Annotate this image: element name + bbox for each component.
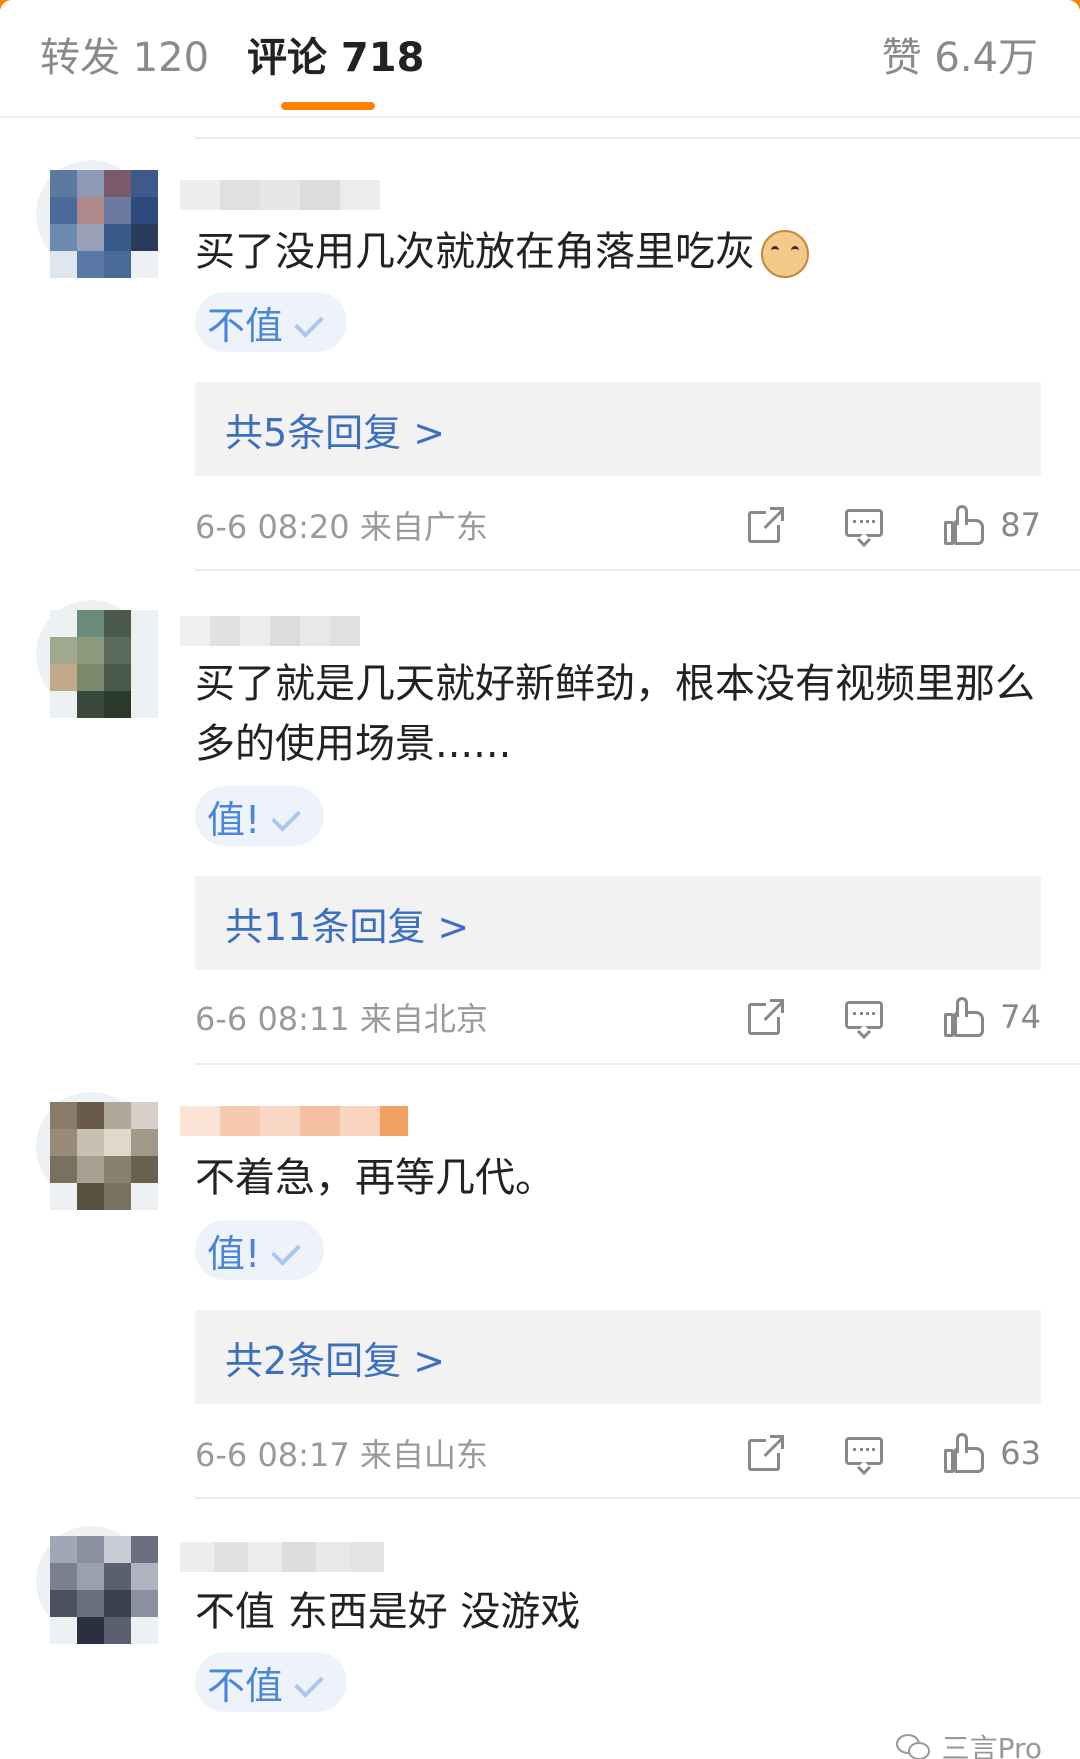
share-icon[interactable]	[746, 997, 787, 1037]
divider	[195, 1063, 1080, 1065]
divider	[195, 137, 1080, 139]
verdict-badge: 不值	[195, 1652, 348, 1712]
reply-icon[interactable]	[844, 1433, 884, 1476]
comment-text: 不值 东西是好 没游戏	[195, 1589, 581, 1635]
comment-text: 买了没用几次就放在角落里吃灰	[195, 222, 1045, 282]
like-icon[interactable]	[942, 503, 986, 547]
comment-meta: 6-6 08:11 来自北京 74	[195, 992, 1041, 1042]
avatar[interactable]	[26, 150, 158, 280]
active-tab-indicator	[281, 102, 375, 110]
username-blurred[interactable]	[180, 1542, 384, 1572]
comment-tabs: 转发 120 评论 718 赞 6.4万	[0, 0, 1080, 118]
view-replies-button[interactable]: 共5条回复 >	[195, 382, 1041, 476]
reply-icon[interactable]	[844, 505, 884, 548]
avatar[interactable]	[26, 590, 158, 720]
username-blurred[interactable]	[180, 1106, 408, 1136]
like-icon[interactable]	[942, 1431, 986, 1475]
check-icon	[272, 804, 308, 828]
check-icon	[272, 1238, 308, 1262]
check-icon	[295, 310, 331, 334]
view-replies-button[interactable]: 共2条回复 >	[195, 1310, 1041, 1404]
reply-icon[interactable]	[844, 997, 884, 1040]
tab-repost[interactable]: 转发 120	[40, 28, 209, 88]
like-count: 74	[1000, 998, 1041, 1036]
divider	[195, 1497, 1080, 1499]
like-icon[interactable]	[942, 995, 986, 1039]
divider	[195, 569, 1080, 571]
comment-time-location: 6-6 08:11 来自北京	[195, 1000, 488, 1038]
check-icon	[295, 1670, 331, 1694]
comment-text: 不着急，再等几代。	[195, 1155, 555, 1201]
view-replies-button[interactable]: 共11条回复 >	[195, 876, 1041, 970]
avatar[interactable]	[26, 1516, 158, 1646]
comment-meta: 6-6 08:20 来自广东 87	[195, 500, 1041, 550]
verdict-badge: 不值	[195, 292, 348, 352]
share-icon[interactable]	[746, 505, 787, 545]
tab-comments[interactable]: 评论 718	[247, 28, 424, 88]
username-blurred[interactable]	[180, 616, 360, 646]
watermark: 三言Pro	[895, 1727, 1042, 1759]
username-blurred[interactable]	[180, 180, 380, 210]
comment-meta: 6-6 08:17 来自山东 63	[195, 1428, 1041, 1478]
like-count: 87	[1000, 506, 1041, 544]
cat-face-emoji-icon	[761, 230, 809, 278]
comment-text: 买了就是几天就好新鲜劲，根本没有视频里那么多的使用场景......	[195, 661, 1035, 767]
tab-likes[interactable]: 赞 6.4万	[882, 28, 1038, 88]
wechat-icon	[895, 1732, 934, 1759]
share-icon[interactable]	[746, 1433, 787, 1473]
like-count: 63	[1000, 1434, 1041, 1472]
comment-time-location: 6-6 08:20 来自广东	[195, 508, 488, 546]
avatar[interactable]	[26, 1082, 158, 1212]
verdict-badge: 值!	[195, 786, 325, 846]
comment-time-location: 6-6 08:17 来自山东	[195, 1436, 488, 1474]
verdict-badge: 值!	[195, 1220, 325, 1280]
